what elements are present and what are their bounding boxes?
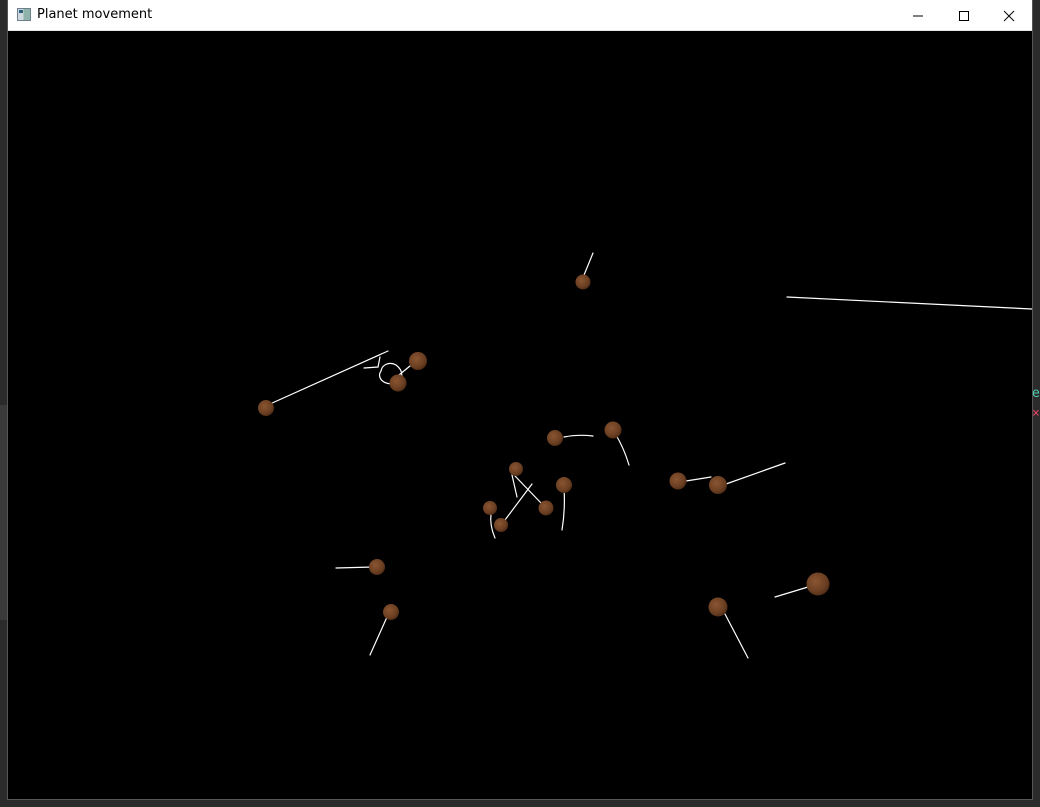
window-title: Planet movement bbox=[37, 7, 153, 22]
orbit-trail bbox=[774, 586, 809, 598]
background-app-strip bbox=[0, 405, 8, 620]
planet bbox=[669, 472, 687, 490]
orbit-trail bbox=[615, 434, 630, 466]
planet bbox=[708, 597, 728, 617]
planet bbox=[369, 559, 385, 575]
close-icon bbox=[1003, 10, 1015, 21]
planet bbox=[494, 518, 508, 532]
planet bbox=[258, 400, 274, 416]
simulation-scene bbox=[258, 252, 1032, 659]
orbit-trail bbox=[724, 613, 749, 659]
app-window-icon[interactable] bbox=[17, 8, 31, 21]
orbit-trail bbox=[511, 474, 542, 504]
orbit-trail bbox=[335, 566, 374, 569]
planet-movement-window: Planet movement bbox=[8, 0, 1032, 799]
planet bbox=[547, 430, 563, 446]
planet bbox=[483, 501, 497, 515]
planet bbox=[806, 572, 830, 596]
planet bbox=[556, 477, 572, 493]
orbit-trail bbox=[563, 434, 594, 438]
minimize-button[interactable] bbox=[895, 0, 941, 31]
orbit-trail bbox=[561, 487, 565, 531]
planet bbox=[509, 462, 523, 476]
title-bar[interactable]: Planet movement bbox=[8, 0, 1032, 31]
maximize-icon bbox=[959, 10, 969, 21]
orbit-trail bbox=[725, 462, 786, 485]
orbit-trail bbox=[269, 350, 389, 405]
planet bbox=[575, 274, 591, 290]
planet bbox=[389, 374, 407, 392]
simulation-canvas[interactable] bbox=[8, 31, 1032, 799]
background-glyph: e bbox=[1032, 386, 1040, 401]
planet bbox=[604, 421, 622, 439]
orbit-trail bbox=[369, 616, 388, 656]
planet bbox=[383, 604, 399, 620]
orbit-trail bbox=[685, 476, 712, 482]
orbit-trail bbox=[504, 483, 533, 521]
planet bbox=[709, 476, 727, 494]
close-button[interactable] bbox=[986, 0, 1032, 31]
planet bbox=[538, 500, 554, 516]
maximize-button[interactable] bbox=[941, 0, 987, 31]
orbit-trail bbox=[786, 296, 1032, 310]
minimize-icon bbox=[913, 15, 923, 16]
background-glyph: × bbox=[1032, 406, 1040, 421]
planet bbox=[409, 352, 427, 370]
